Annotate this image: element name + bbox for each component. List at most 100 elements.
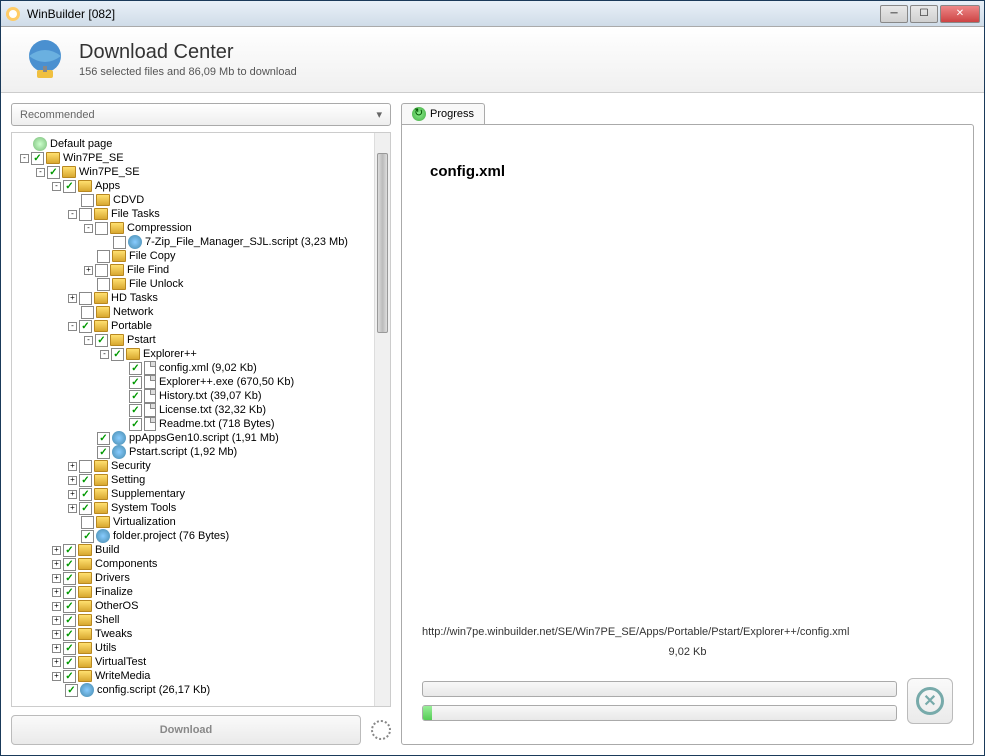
expand-icon[interactable]: + xyxy=(68,294,77,303)
checkbox[interactable] xyxy=(97,278,110,291)
checkbox[interactable] xyxy=(81,306,94,319)
checkbox[interactable] xyxy=(113,236,126,249)
checkbox[interactable] xyxy=(79,502,92,515)
tree-node[interactable]: Pstart.script (1,92 Mb) xyxy=(16,445,386,459)
titlebar[interactable]: WinBuilder [082] ─ ☐ ✕ xyxy=(1,1,984,27)
collapse-icon[interactable]: - xyxy=(84,336,93,345)
download-button[interactable]: Download xyxy=(11,715,361,745)
tree-node[interactable]: History.txt (39,07 Kb) xyxy=(16,389,386,403)
expand-icon[interactable]: + xyxy=(52,588,61,597)
tree-node[interactable]: -Win7PE_SE xyxy=(16,165,386,179)
tree-node[interactable]: +Shell xyxy=(16,613,386,627)
tree-node[interactable]: -File Tasks xyxy=(16,207,386,221)
tree-node[interactable]: config.script (26,17 Kb) xyxy=(16,683,386,697)
minimize-button[interactable]: ─ xyxy=(880,5,908,23)
tree-scrollbar[interactable] xyxy=(374,133,390,706)
tree-node[interactable]: File Unlock xyxy=(16,277,386,291)
tree-node[interactable]: Default page xyxy=(16,137,386,151)
checkbox[interactable] xyxy=(81,194,94,207)
expand-icon[interactable]: + xyxy=(52,658,61,667)
checkbox[interactable] xyxy=(129,418,142,431)
expand-icon[interactable]: + xyxy=(52,574,61,583)
expand-icon[interactable]: + xyxy=(68,476,77,485)
tree-node[interactable]: -Win7PE_SE xyxy=(16,151,386,165)
tree-node[interactable]: License.txt (32,32 Kb) xyxy=(16,403,386,417)
tab-progress[interactable]: Progress xyxy=(401,103,485,124)
collapse-icon[interactable]: - xyxy=(68,210,77,219)
tree-node[interactable]: +Components xyxy=(16,557,386,571)
checkbox[interactable] xyxy=(129,376,142,389)
checkbox[interactable] xyxy=(95,222,108,235)
tree-node[interactable]: -Pstart xyxy=(16,333,386,347)
expand-icon[interactable]: + xyxy=(68,462,77,471)
expand-icon[interactable]: + xyxy=(52,560,61,569)
checkbox[interactable] xyxy=(79,208,92,221)
tree-node[interactable]: 7-Zip_File_Manager_SJL.script (3,23 Mb) xyxy=(16,235,386,249)
checkbox[interactable] xyxy=(81,516,94,529)
checkbox[interactable] xyxy=(63,586,76,599)
expand-icon[interactable]: + xyxy=(52,616,61,625)
checkbox[interactable] xyxy=(79,460,92,473)
tree-node[interactable]: ppAppsGen10.script (1,91 Mb) xyxy=(16,431,386,445)
tree-node[interactable]: -Explorer++ xyxy=(16,347,386,361)
tree-node[interactable]: +Security xyxy=(16,459,386,473)
collapse-icon[interactable]: - xyxy=(36,168,45,177)
tree-node[interactable]: +Setting xyxy=(16,473,386,487)
expand-icon[interactable]: + xyxy=(52,602,61,611)
checkbox[interactable] xyxy=(95,264,108,277)
tree-node[interactable]: +Finalize xyxy=(16,585,386,599)
tree-node[interactable]: +HD Tasks xyxy=(16,291,386,305)
checkbox[interactable] xyxy=(79,292,92,305)
checkbox[interactable] xyxy=(79,320,92,333)
checkbox[interactable] xyxy=(63,642,76,655)
checkbox[interactable] xyxy=(79,474,92,487)
close-button[interactable]: ✕ xyxy=(940,5,980,23)
collapse-icon[interactable]: - xyxy=(52,182,61,191)
tree-node[interactable]: config.xml (9,02 Kb) xyxy=(16,361,386,375)
tree-node[interactable]: +WriteMedia xyxy=(16,669,386,683)
expand-icon[interactable]: + xyxy=(52,672,61,681)
checkbox[interactable] xyxy=(47,166,60,179)
expand-icon[interactable]: + xyxy=(68,504,77,513)
tree-node[interactable]: folder.project (76 Bytes) xyxy=(16,529,386,543)
checkbox[interactable] xyxy=(129,390,142,403)
tree-node[interactable]: -Apps xyxy=(16,179,386,193)
checkbox[interactable] xyxy=(79,488,92,501)
expand-icon[interactable]: + xyxy=(52,644,61,653)
tree-node[interactable]: -Compression xyxy=(16,221,386,235)
collapse-icon[interactable]: - xyxy=(84,224,93,233)
tree-node[interactable]: +Tweaks xyxy=(16,627,386,641)
tree-node[interactable]: +OtherOS xyxy=(16,599,386,613)
checkbox[interactable] xyxy=(63,614,76,627)
checkbox[interactable] xyxy=(81,530,94,543)
tree-node[interactable]: Readme.txt (718 Bytes) xyxy=(16,417,386,431)
checkbox[interactable] xyxy=(111,348,124,361)
tree-node[interactable]: Network xyxy=(16,305,386,319)
tree-node[interactable]: +System Tools xyxy=(16,501,386,515)
checkbox[interactable] xyxy=(63,628,76,641)
checkbox[interactable] xyxy=(97,446,110,459)
tree-node[interactable]: +VirtualTest xyxy=(16,655,386,669)
expand-icon[interactable]: + xyxy=(52,630,61,639)
collapse-icon[interactable]: - xyxy=(100,350,109,359)
tree-node[interactable]: Virtualization xyxy=(16,515,386,529)
tree-node[interactable]: +File Find xyxy=(16,263,386,277)
checkbox[interactable] xyxy=(63,180,76,193)
checkbox[interactable] xyxy=(63,572,76,585)
tree-node[interactable]: Explorer++.exe (670,50 Kb) xyxy=(16,375,386,389)
tree-node[interactable]: +Build xyxy=(16,543,386,557)
checkbox[interactable] xyxy=(95,334,108,347)
collapse-icon[interactable]: - xyxy=(68,322,77,331)
checkbox[interactable] xyxy=(63,656,76,669)
expand-icon[interactable]: + xyxy=(52,546,61,555)
expand-icon[interactable]: + xyxy=(84,266,93,275)
scroll-thumb[interactable] xyxy=(377,153,388,333)
checkbox[interactable] xyxy=(129,404,142,417)
checkbox[interactable] xyxy=(63,558,76,571)
checkbox[interactable] xyxy=(129,362,142,375)
tree-node[interactable]: +Utils xyxy=(16,641,386,655)
checkbox[interactable] xyxy=(63,600,76,613)
cancel-button[interactable]: ✕ xyxy=(907,678,953,724)
file-tree[interactable]: Default page-Win7PE_SE-Win7PE_SE-AppsCDV… xyxy=(11,132,391,707)
maximize-button[interactable]: ☐ xyxy=(910,5,938,23)
